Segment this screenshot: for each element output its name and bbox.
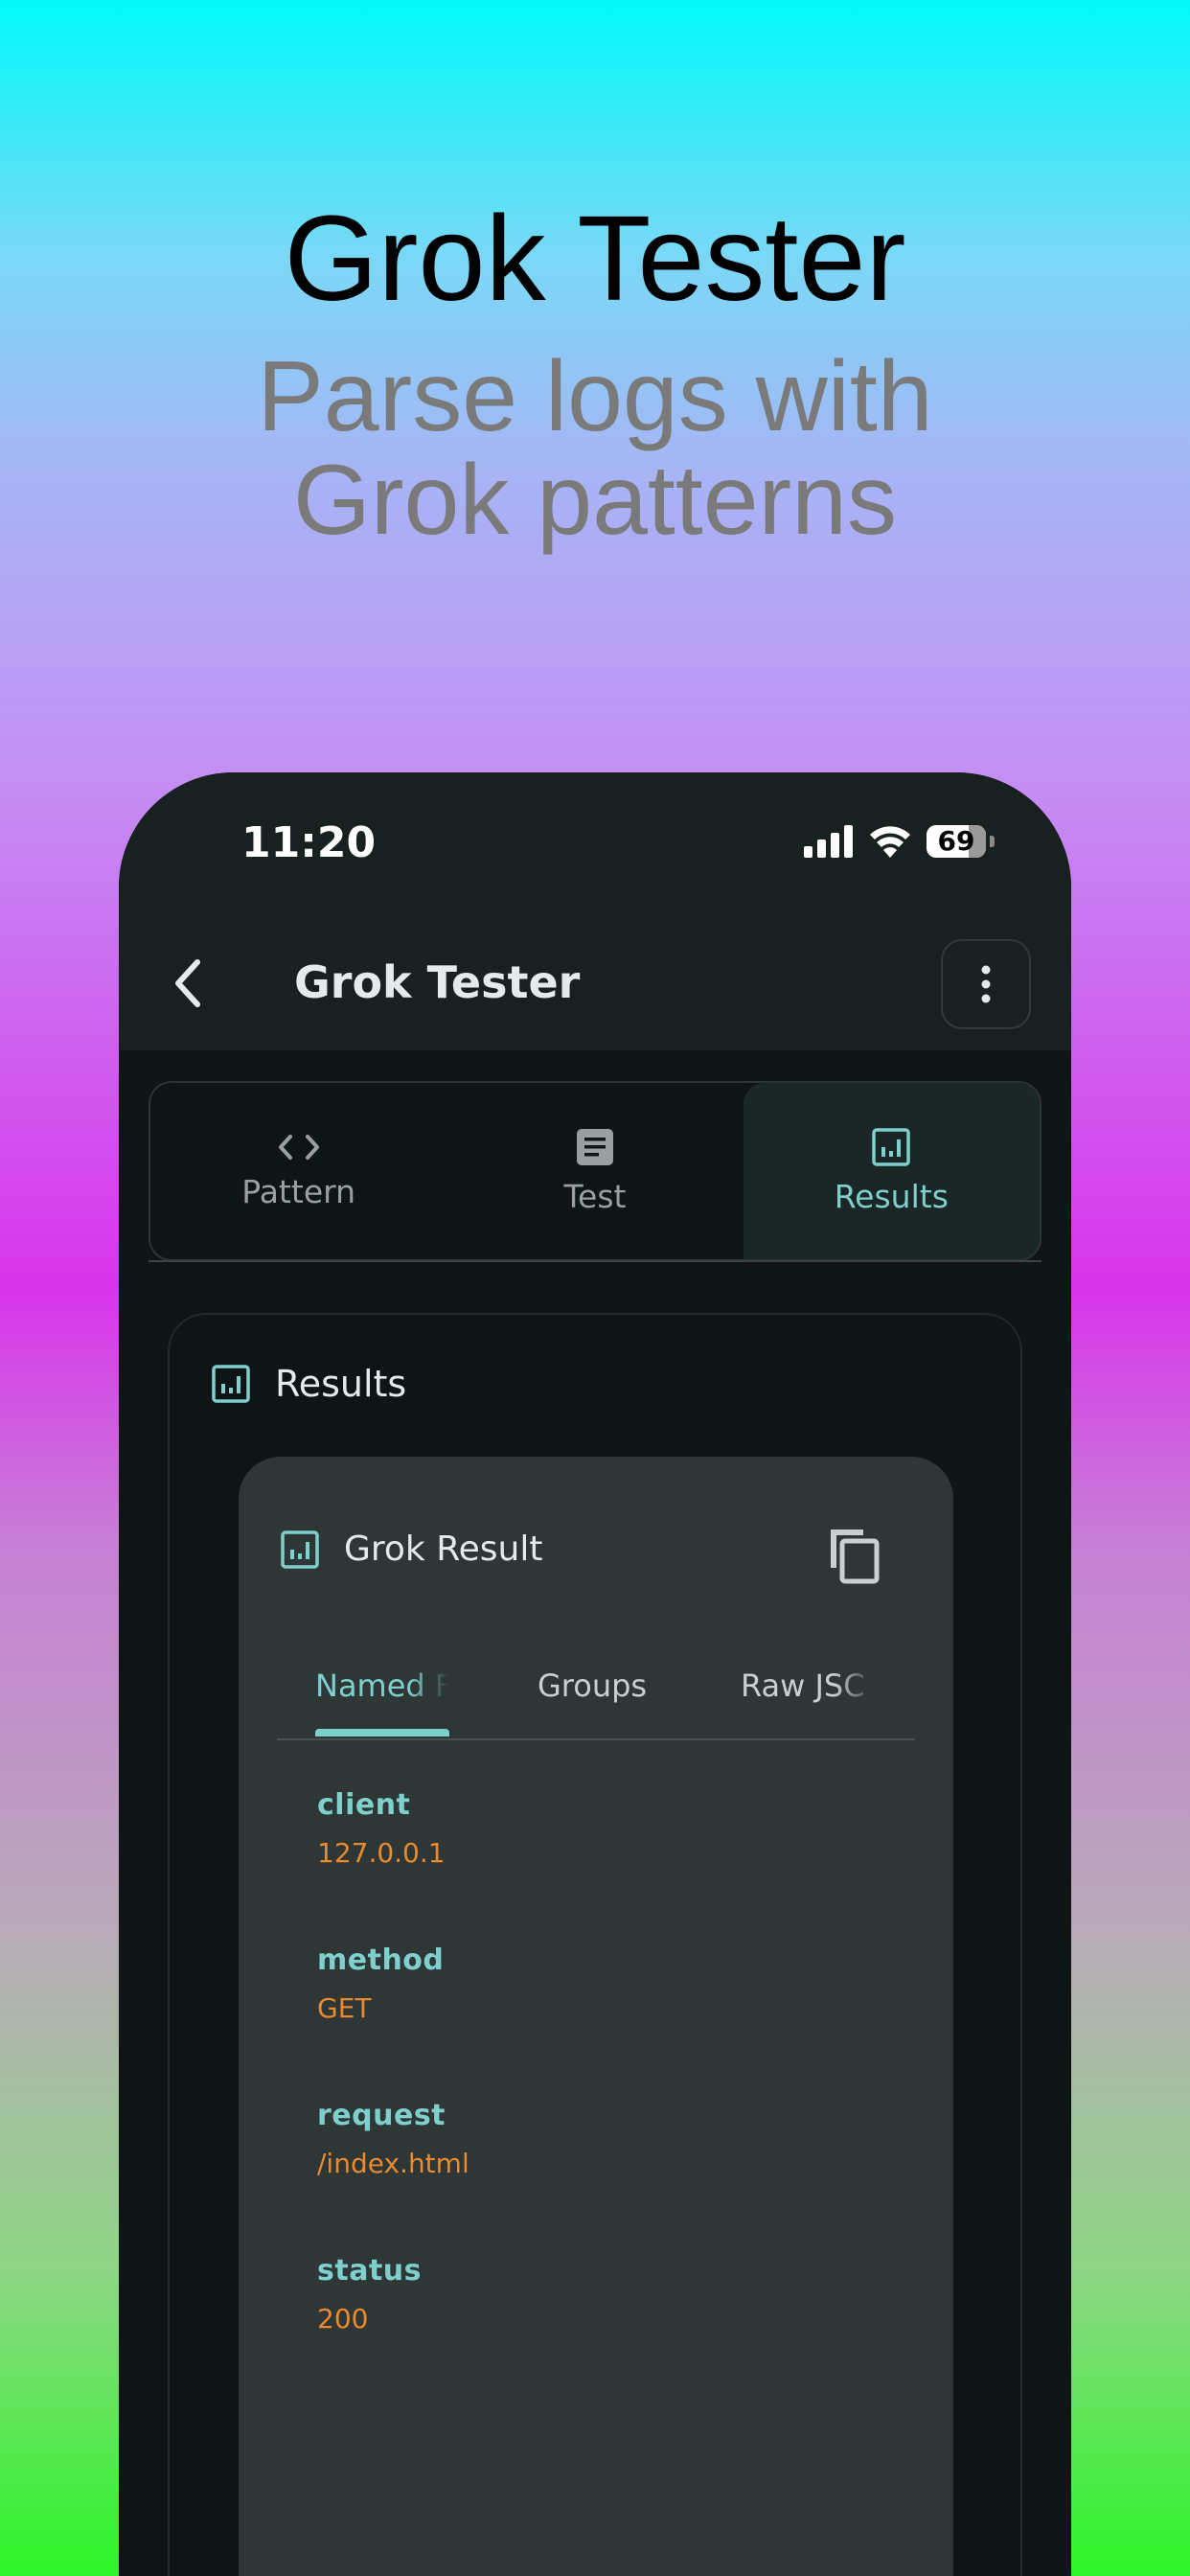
grok-result-header: Grok Result bbox=[281, 1530, 542, 1569]
tab-pattern[interactable]: Pattern bbox=[150, 1083, 446, 1259]
status-time: 11:20 bbox=[241, 818, 377, 867]
active-tab-indicator bbox=[315, 1729, 449, 1736]
field-value: 127.0.0.1 bbox=[317, 1837, 446, 1869]
field-value: GET bbox=[317, 1992, 372, 2024]
field-value: /index.html bbox=[317, 2148, 469, 2179]
results-title: Results bbox=[275, 1363, 407, 1405]
chart-icon bbox=[872, 1127, 911, 1166]
app-bar: Grok Tester bbox=[119, 916, 1071, 1050]
field-name: request bbox=[317, 2099, 446, 2132]
copy-icon bbox=[831, 1530, 880, 1584]
tab-test-label: Test bbox=[563, 1177, 627, 1215]
promo-subhead-line2: Grok patterns bbox=[292, 445, 898, 556]
tabs-divider bbox=[149, 1260, 1041, 1262]
tab-raw-json[interactable]: Raw JSC bbox=[741, 1668, 875, 1704]
list-item: method GET bbox=[317, 1944, 469, 2099]
chart-icon bbox=[281, 1530, 319, 1569]
tab-groups[interactable]: Groups bbox=[538, 1668, 662, 1704]
list-item: status 200 bbox=[317, 2254, 469, 2409]
battery-nub bbox=[990, 836, 995, 847]
more-vertical-icon bbox=[981, 965, 991, 1003]
named-fields-list: client 127.0.0.1 method GET request /ind… bbox=[317, 1788, 469, 2409]
battery-icon: 69 bbox=[927, 825, 986, 858]
tab-test[interactable]: Test bbox=[446, 1083, 743, 1259]
results-header: Results bbox=[212, 1363, 406, 1405]
status-bar: 11:20 69 bbox=[119, 772, 1071, 916]
field-name: status bbox=[317, 2254, 422, 2288]
list-item: client 127.0.0.1 bbox=[317, 1788, 469, 1944]
more-options-button[interactable] bbox=[941, 939, 1031, 1029]
tab-pattern-label: Pattern bbox=[241, 1172, 356, 1210]
promo-subhead: Parse logs with Grok patterns bbox=[0, 345, 1190, 552]
field-name: method bbox=[317, 1944, 445, 1977]
grok-result-card: Grok Result Named F Groups Raw JSC clien… bbox=[239, 1457, 953, 2576]
chevron-left-icon bbox=[175, 959, 200, 1007]
chart-icon bbox=[212, 1365, 250, 1403]
main-tabs: Pattern Test Results bbox=[149, 1081, 1041, 1261]
promo-subhead-line1: Parse logs with bbox=[257, 341, 933, 452]
code-icon bbox=[278, 1134, 319, 1160]
tab-named-fields[interactable]: Named F bbox=[315, 1668, 449, 1704]
document-icon bbox=[576, 1128, 613, 1165]
wifi-icon bbox=[870, 826, 910, 858]
tab-results-label: Results bbox=[834, 1177, 949, 1215]
status-icons: 69 bbox=[804, 820, 995, 862]
list-item: request /index.html bbox=[317, 2099, 469, 2254]
tab-results[interactable]: Results bbox=[743, 1083, 1040, 1259]
promo-headline: Grok Tester bbox=[284, 191, 906, 326]
battery-level: 69 bbox=[937, 825, 975, 857]
cellular-signal-icon bbox=[804, 825, 853, 858]
field-name: client bbox=[317, 1788, 411, 1822]
field-value: 200 bbox=[317, 2303, 369, 2334]
back-button[interactable] bbox=[157, 953, 218, 1014]
results-card: Results Grok Result Named F Groups Raw J… bbox=[168, 1313, 1022, 2576]
copy-button[interactable] bbox=[825, 1524, 882, 1585]
phone-screen: 11:20 69 Grok Tester Pattern Test Result… bbox=[119, 772, 1071, 2576]
app-title: Grok Tester bbox=[294, 956, 581, 1008]
result-tabs: Named F Groups Raw JSC bbox=[277, 1644, 915, 1740]
grok-result-title: Grok Result bbox=[344, 1530, 543, 1569]
